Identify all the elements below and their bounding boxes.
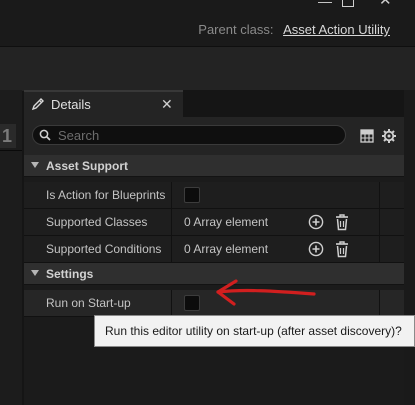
tooltip: Run this editor utility on start-up (aft… bbox=[94, 315, 415, 347]
tab-close-icon[interactable]: ✕ bbox=[161, 96, 173, 112]
property-name: Supported Classes bbox=[46, 215, 148, 229]
category-asset-support[interactable]: Asset Support bbox=[24, 155, 404, 177]
property-matrix-icon[interactable] bbox=[360, 129, 374, 143]
property-name: Is Action for Blueprints bbox=[46, 188, 166, 202]
pencil-icon bbox=[31, 98, 44, 111]
details-search-row bbox=[24, 117, 404, 155]
tab-details-label: Details bbox=[51, 97, 91, 112]
run-on-start-up-checkbox[interactable] bbox=[184, 295, 200, 311]
category-asset-support-label: Asset Support bbox=[46, 159, 129, 173]
category-settings-label: Settings bbox=[46, 267, 94, 281]
column-divider bbox=[379, 236, 380, 262]
editor-title-bar: — ✕ Parent class: Asset Action Utility bbox=[0, 0, 415, 46]
maximize-icon[interactable] bbox=[342, 0, 354, 7]
add-element-icon[interactable] bbox=[308, 241, 324, 257]
is-action-for-blueprints-checkbox[interactable] bbox=[184, 187, 200, 203]
column-divider[interactable] bbox=[171, 290, 172, 316]
details-panel: Details ✕ Asset Support I bbox=[24, 90, 404, 405]
column-divider bbox=[379, 209, 380, 235]
tab-details[interactable]: Details ✕ bbox=[24, 90, 183, 117]
annotation-arrow-icon bbox=[216, 279, 316, 306]
column-divider bbox=[379, 182, 380, 208]
search-box[interactable] bbox=[32, 125, 346, 145]
property-row-supported-classes: Supported Classes 0 Array element bbox=[24, 209, 404, 236]
property-name: Supported Conditions bbox=[46, 242, 162, 256]
details-tab-bar: Details ✕ bbox=[24, 90, 404, 117]
search-icon bbox=[39, 129, 51, 141]
trash-icon[interactable] bbox=[335, 240, 349, 258]
editor-toolbar bbox=[0, 46, 415, 91]
chevron-down-icon bbox=[31, 162, 39, 168]
left-panel-fragment: 1 bbox=[0, 124, 16, 148]
parent-class-link[interactable]: Asset Action Utility bbox=[283, 22, 390, 37]
left-panel-fragment-text: 1 bbox=[2, 126, 13, 146]
tooltip-text: Run this editor utility on start-up (aft… bbox=[105, 324, 402, 338]
property-row-supported-conditions: Supported Conditions 0 Array element bbox=[24, 236, 404, 263]
column-divider bbox=[379, 290, 380, 316]
trash-icon[interactable] bbox=[335, 213, 349, 231]
gear-icon[interactable] bbox=[381, 128, 397, 144]
array-element-count: 0 Array element bbox=[184, 242, 269, 256]
search-input[interactable] bbox=[58, 127, 338, 143]
parent-class-info: Parent class: Asset Action Utility bbox=[198, 22, 390, 38]
minimize-icon[interactable]: — bbox=[318, 0, 332, 8]
left-panel-divider bbox=[0, 150, 22, 151]
right-panel-background bbox=[404, 90, 415, 405]
property-name: Run on Start-up bbox=[46, 296, 131, 310]
property-row-is-action-for-blueprints: Is Action for Blueprints bbox=[24, 182, 404, 209]
add-element-icon[interactable] bbox=[308, 214, 324, 230]
chevron-down-icon bbox=[31, 270, 39, 276]
array-element-count: 0 Array element bbox=[184, 215, 269, 229]
close-window-icon[interactable]: ✕ bbox=[379, 0, 392, 8]
column-divider[interactable] bbox=[171, 182, 172, 208]
column-divider[interactable] bbox=[171, 209, 172, 235]
column-divider[interactable] bbox=[171, 236, 172, 262]
parent-class-label: Parent class: bbox=[198, 22, 274, 37]
